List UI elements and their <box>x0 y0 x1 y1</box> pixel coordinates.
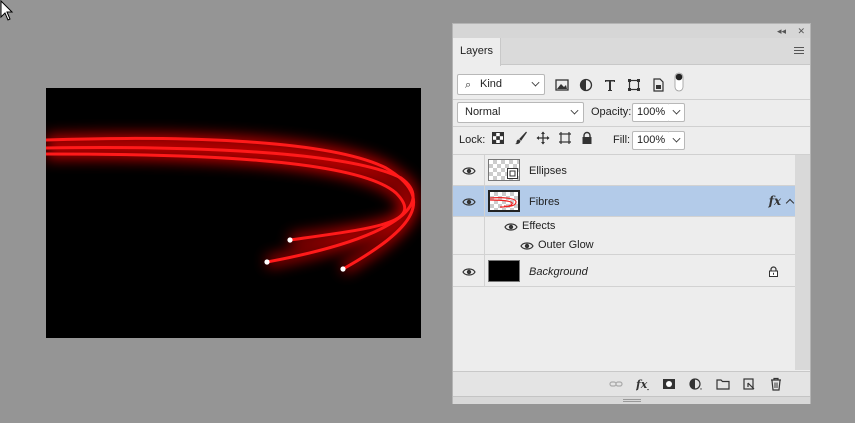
panel-tab-row: Layers <box>453 38 810 66</box>
opacity-label: Opacity: <box>591 106 632 118</box>
smart-object-badge-icon <box>507 168 518 179</box>
delete-layer-icon[interactable] <box>769 377 783 391</box>
fibre-tip-2 <box>264 259 270 265</box>
fibre-tip-3 <box>340 266 346 272</box>
lock-position-icon[interactable] <box>536 131 550 145</box>
document-canvas[interactable] <box>46 88 421 338</box>
visibility-eye-icon[interactable] <box>504 222 518 232</box>
collapse-panel-icon[interactable]: ◂◂ <box>777 25 786 37</box>
opacity-input[interactable]: 100% <box>632 103 670 122</box>
visibility-eye-icon[interactable] <box>462 267 476 277</box>
chevron-down-icon <box>531 78 540 87</box>
chevron-down-icon <box>570 106 579 115</box>
pixel-filter-icon[interactable] <box>554 77 570 93</box>
layer-row-fibres[interactable]: Fibres fx <box>453 186 795 217</box>
lock-transparent-pixels-icon[interactable] <box>491 131 505 145</box>
layer-thumbnail <box>488 159 520 181</box>
effects-row[interactable]: Effects <box>453 217 795 236</box>
shape-filter-icon[interactable] <box>626 77 642 93</box>
layer-effects-badge[interactable]: fx <box>769 194 781 208</box>
layer-name: Fibres <box>529 196 560 208</box>
layer-row-background[interactable]: Background <box>453 255 795 287</box>
fibre-line-2 <box>46 146 415 264</box>
visibility-eye-icon[interactable] <box>462 166 476 176</box>
visibility-eye-icon[interactable] <box>520 241 534 251</box>
panel-footer-toolbar: fx <box>453 371 810 396</box>
effects-label: Effects <box>522 220 556 232</box>
svg-text:fx: fx <box>636 378 648 391</box>
fill-input[interactable]: 100% <box>632 131 670 150</box>
type-filter-icon[interactable] <box>602 77 618 93</box>
divider <box>453 99 810 100</box>
visibility-eye-icon[interactable] <box>462 197 476 207</box>
chevron-up-icon[interactable] <box>785 198 795 208</box>
layers-scrollbar[interactable] <box>795 155 810 370</box>
filter-kind-label: Kind <box>480 78 503 90</box>
layer-thumbnail <box>488 260 520 282</box>
layer-name: Background <box>529 266 588 278</box>
link-layers-icon[interactable] <box>609 377 623 391</box>
fill-dropdown[interactable] <box>669 131 685 150</box>
new-group-icon[interactable] <box>716 377 730 391</box>
layer-locked-icon[interactable] <box>768 266 779 277</box>
fibre-artwork <box>46 133 419 274</box>
fibre-thumbnail-art <box>490 197 517 208</box>
effect-name: Outer Glow <box>538 239 594 251</box>
close-panel-icon[interactable]: ✕ <box>797 25 805 37</box>
fill-label: Fill: <box>613 134 631 146</box>
smart-object-filter-icon[interactable] <box>650 77 666 93</box>
tab-layers[interactable]: Layers <box>453 38 501 66</box>
mouse-cursor-icon <box>0 0 14 21</box>
effect-row-outer-glow[interactable]: Outer Glow <box>453 236 795 255</box>
lock-label: Lock: <box>459 134 486 146</box>
lock-image-pixels-icon[interactable] <box>514 131 528 145</box>
panel-resize-strip[interactable] <box>453 396 810 404</box>
search-icon: ⌕ <box>465 79 472 91</box>
layers-panel: ◂◂ ✕ Layers ⌕ Kind Normal Opacity: 100% … <box>452 23 811 404</box>
layer-style-icon[interactable]: fx <box>636 377 650 391</box>
blend-mode-select[interactable]: Normal <box>457 102 584 123</box>
adjustment-layer-icon[interactable] <box>689 377 703 391</box>
resize-grip-icon[interactable] <box>623 399 641 402</box>
opacity-dropdown[interactable] <box>669 103 685 122</box>
panel-titlebar: ◂◂ ✕ <box>453 24 810 38</box>
chevron-down-icon <box>672 106 681 115</box>
layer-row-ellipses[interactable]: Ellipses <box>453 155 795 186</box>
new-layer-icon[interactable] <box>742 377 756 391</box>
layer-thumbnail <box>488 190 520 212</box>
fibre-tip-1 <box>287 237 293 243</box>
add-mask-icon[interactable] <box>662 377 676 391</box>
layers-list: Ellipses Fibres fx Effects Outer Glow Ba… <box>453 155 810 371</box>
divider <box>453 126 810 127</box>
lock-artboard-icon[interactable] <box>558 131 572 145</box>
lock-all-icon[interactable] <box>580 131 594 145</box>
chevron-down-icon <box>672 134 681 143</box>
filter-kind-select[interactable]: ⌕ Kind <box>457 74 545 95</box>
adjustment-filter-icon[interactable] <box>578 77 594 93</box>
layer-name: Ellipses <box>529 165 567 177</box>
filter-toggle-icon[interactable] <box>674 72 684 92</box>
panel-menu-icon[interactable] <box>794 47 804 55</box>
blend-mode-value: Normal <box>465 106 501 118</box>
